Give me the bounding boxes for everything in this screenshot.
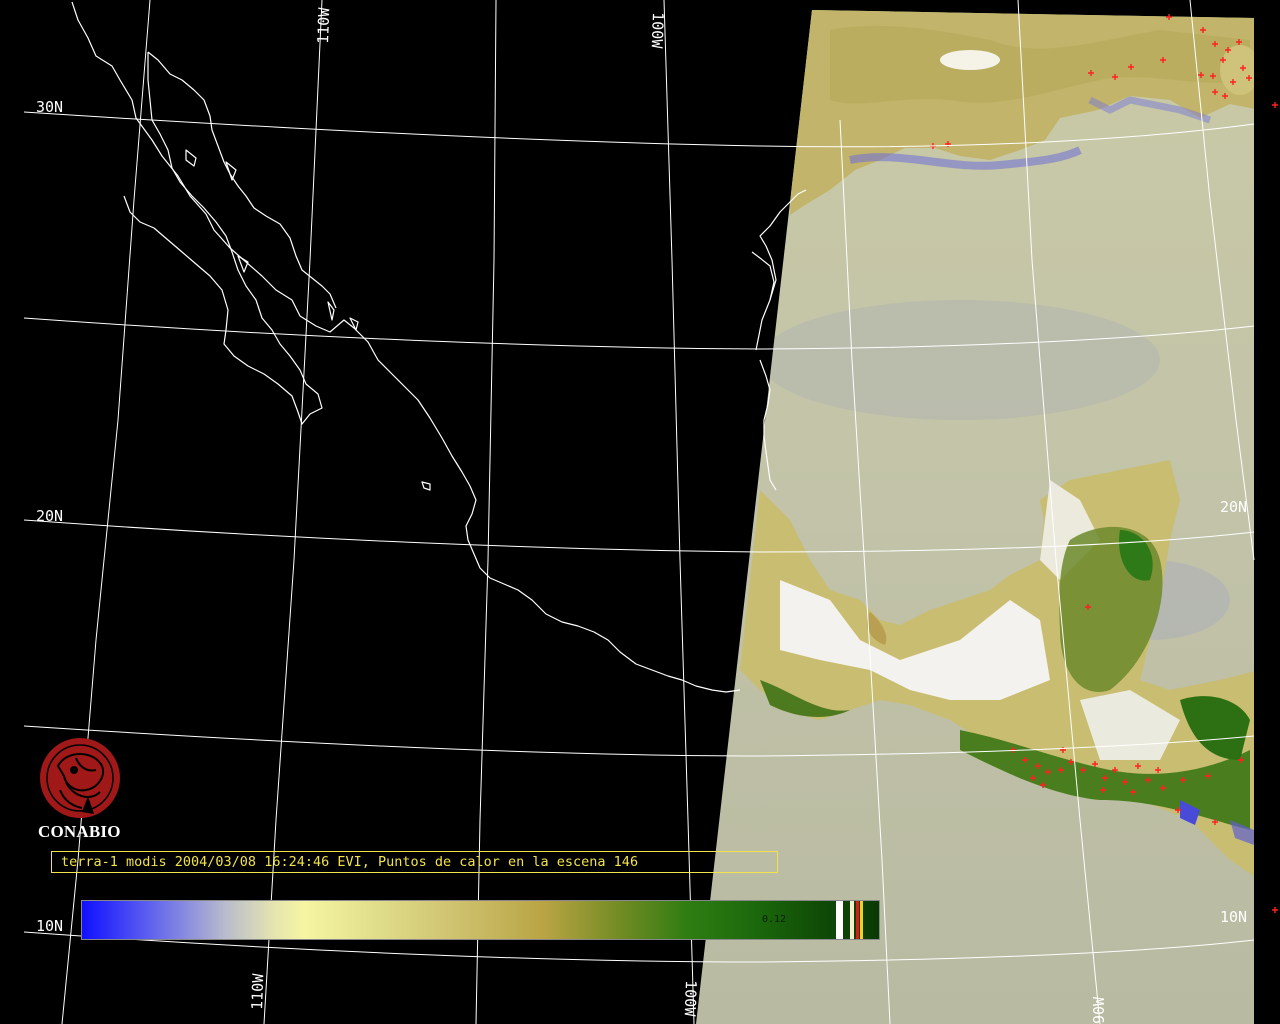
lat-label-20n-right: 20N bbox=[1220, 498, 1247, 516]
lon-label-100w-top: 100W bbox=[648, 12, 667, 50]
lat-label-30n: 30N bbox=[36, 98, 63, 116]
evi-colorbar: 0.12 bbox=[81, 900, 880, 940]
lat-label-20n-left: 20N bbox=[36, 507, 63, 525]
satellite-swath bbox=[696, 10, 1254, 1024]
scene-caption: terra-1 modis 2004/03/08 16:24:46 EVI, P… bbox=[51, 851, 778, 873]
colorbar-red-stripe bbox=[856, 901, 859, 939]
colorbar-cream-stripe bbox=[850, 901, 854, 939]
conabio-logo bbox=[40, 738, 120, 818]
lat-label-10n-left: 10N bbox=[36, 917, 63, 935]
colorbar-white-stripe bbox=[836, 901, 843, 939]
lat-label-10n-right: 10N bbox=[1220, 908, 1247, 926]
colorbar-tick-label: 0.12 bbox=[762, 914, 787, 925]
organization-name: CONABIO bbox=[38, 822, 121, 841]
colorbar-yellow-stripe bbox=[860, 901, 863, 939]
lon-label-100w-bottom: 100W bbox=[681, 980, 700, 1018]
lon-label-110w-bottom: 110W bbox=[248, 972, 267, 1010]
coastline-outlines bbox=[71, 1, 807, 693]
lon-label-90w-bottom: 90W bbox=[1090, 996, 1108, 1024]
lon-label-110w-top: 110W bbox=[314, 6, 333, 44]
